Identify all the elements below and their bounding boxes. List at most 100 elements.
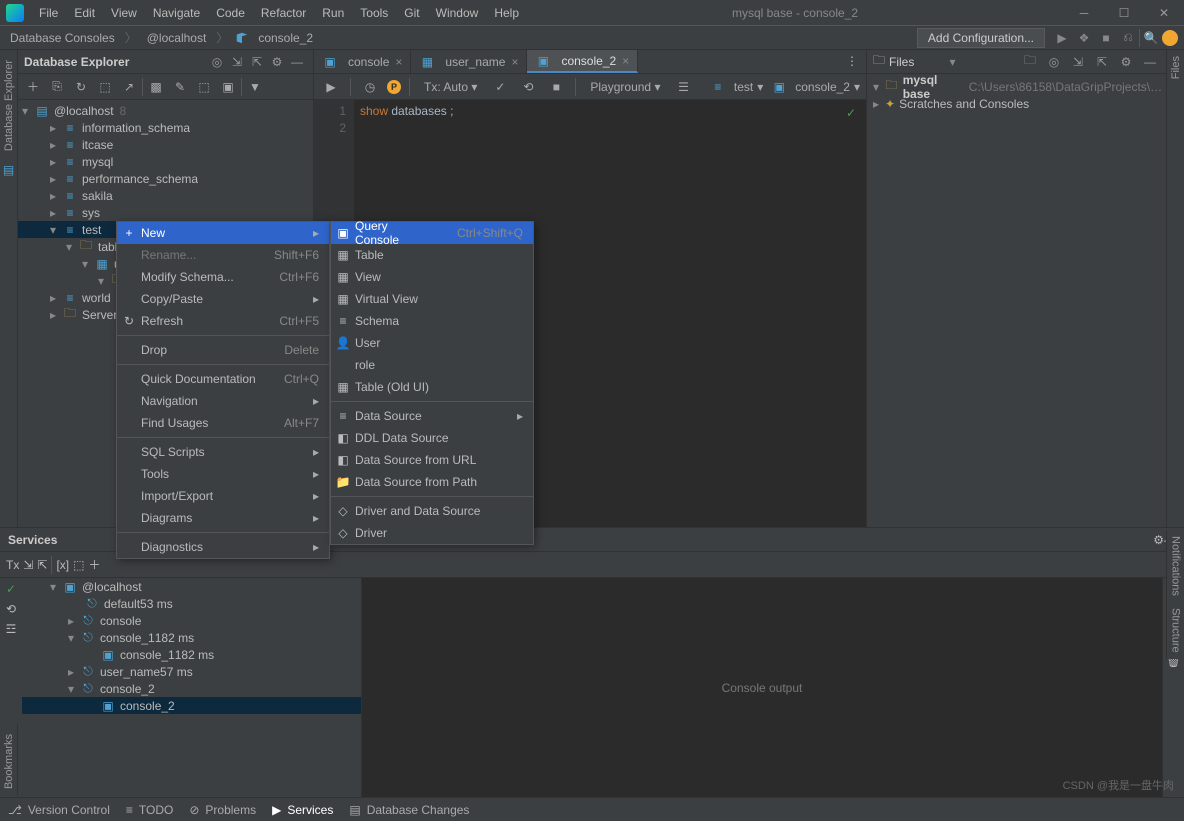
expand-icon[interactable]: ⇲ [23,558,33,572]
menu-item[interactable]: Diagrams▸ [117,507,329,529]
tx-icon[interactable]: ▩ [145,76,167,98]
db-explorer-tool-button[interactable]: Database Explorer [3,54,15,157]
minimize-button[interactable]: ─ [1064,0,1104,26]
svc-root[interactable]: @localhost [82,580,142,594]
ok-icon[interactable]: ✓ [6,582,16,596]
menu-edit[interactable]: Edit [67,3,102,23]
svc-console1-sub[interactable]: console_1 [120,648,175,662]
schema-sys[interactable]: sys [82,206,100,220]
files-tool-button[interactable]: Files [1170,50,1182,85]
add-configuration-button[interactable]: Add Configuration... [917,28,1045,48]
menu-item[interactable]: ▦Virtual View [331,288,533,310]
filter-icon[interactable]: ▼ [244,76,266,98]
menu-item[interactable]: DropDelete [117,339,329,361]
close-tab-icon[interactable]: × [622,54,629,68]
refresh-icon[interactable]: ↻ [70,76,92,98]
svc-console2-sub[interactable]: console_2 [120,699,175,713]
menu-item[interactable]: Import/Export▸ [117,485,329,507]
menu-item[interactable]: ≡Data Source▸ [331,405,533,427]
menu-item[interactable]: Navigation▸ [117,390,329,412]
menu-item[interactable]: Tools▸ [117,463,329,485]
crumb-root[interactable]: Database Consoles [6,29,119,47]
schema-world[interactable]: world [82,291,111,305]
schema-sakila[interactable]: sakila [82,189,113,203]
menu-refactor[interactable]: Refactor [254,3,313,23]
menu-item[interactable]: ▦Table [331,244,533,266]
avatar-icon[interactable] [1162,30,1178,46]
status-todo[interactable]: ≡ TODO [126,803,173,817]
maximize-button[interactable]: ☐ [1104,0,1144,26]
svc-default[interactable]: default [104,597,140,611]
collapse-all-icon[interactable]: ⇱ [247,52,267,72]
menu-view[interactable]: View [104,3,144,23]
menu-item[interactable]: Modify Schema...Ctrl+F6 [117,266,329,288]
menu-item[interactable]: Quick DocumentationCtrl+Q [117,368,329,390]
menu-item[interactable]: ▣Query ConsoleCtrl+Shift+Q [331,222,533,244]
menu-window[interactable]: Window [429,3,486,23]
status-services[interactable]: ▶ Services [272,803,333,817]
expand-icon[interactable]: ⇲ [1068,52,1088,72]
status-dbchanges[interactable]: ▤ Database Changes [349,803,469,817]
jump-icon[interactable]: ↗ [118,76,140,98]
new-submenu[interactable]: ▣Query ConsoleCtrl+Shift+Q▦Table▦View▦Vi… [330,221,534,545]
edit-icon[interactable]: ✎ [169,76,191,98]
svc-username[interactable]: user_name [100,665,160,679]
scratches-node[interactable]: Scratches and Consoles [899,97,1029,111]
view-icon[interactable]: ☰ [672,76,694,98]
notifications-tool-button[interactable]: Notifications [1170,530,1182,602]
svc-console1[interactable]: console_1 [100,631,155,645]
explain-icon[interactable]: P [387,80,401,94]
target-session-dropdown[interactable]: ▣console_2 ▾ [771,80,860,94]
context-menu[interactable]: +New▸Rename...Shift+F6Modify Schema...Ct… [116,221,330,559]
menu-tools[interactable]: Tools [353,3,395,23]
menu-item[interactable]: ◇Driver [331,522,533,544]
locate-icon[interactable]: ◎ [1044,52,1064,72]
menu-item[interactable]: ◧DDL Data Source [331,427,533,449]
duplicate-icon[interactable]: ⎘ [46,76,68,98]
db-icon[interactable]: ▤ [3,163,14,177]
services-tree[interactable]: ▾▣@localhost ⎋default53 ms ▸⎋console ▾⎋c… [22,578,362,797]
status-problems[interactable]: ⊘ Problems [189,803,256,817]
menu-item[interactable]: ▦Table (Old UI) [331,376,533,398]
structure-tool-button[interactable]: Structure [1170,602,1182,659]
close-button[interactable]: ✕ [1144,0,1184,26]
schema-itcase[interactable]: itcase [82,138,113,152]
rollback-icon[interactable]: ⟲ [517,76,539,98]
collapse-icon[interactable]: ⇱ [1092,52,1112,72]
close-tab-icon[interactable]: × [395,55,402,69]
history-icon[interactable]: ◷ [359,76,381,98]
locate-icon[interactable]: ◎ [207,52,227,72]
menu-item[interactable]: ↻RefreshCtrl+F5 [117,310,329,332]
menu-item[interactable]: ◧Data Source from URL [331,449,533,471]
cancel-icon[interactable]: ■ [545,76,567,98]
schema-information[interactable]: information_schema [82,121,190,135]
schema-test[interactable]: test [82,223,101,237]
layout-icon[interactable]: ☲ [6,622,17,636]
menu-navigate[interactable]: Navigate [146,3,207,23]
add-service-icon[interactable]: ＋ [88,556,100,573]
git-branch-icon[interactable]: ⎌ [1117,27,1139,49]
run-icon[interactable]: ▶ [320,76,342,98]
tab-overflow-icon[interactable]: ⋮ [838,50,866,73]
settings-icon[interactable]: ⚙ [1116,52,1136,72]
tree-root[interactable]: @localhost [54,104,114,118]
close-tab-icon[interactable]: × [511,55,518,69]
menu-help[interactable]: Help [487,3,526,23]
menu-file[interactable]: File [32,3,65,23]
menu-item[interactable]: role [331,354,533,376]
tab-username[interactable]: ▦user_name× [411,50,527,73]
target-schema-dropdown[interactable]: ≡test ▾ [710,80,763,94]
browse-icon[interactable]: 🗀 [1020,52,1040,72]
menu-item[interactable]: ▦View [331,266,533,288]
settings-icon[interactable]: ⚙ [267,52,287,72]
settings-icon[interactable]: ⚙ [1153,533,1164,547]
commit-icon[interactable]: ✓ [489,76,511,98]
new-datasource-icon[interactable]: ＋ [22,76,44,98]
schema-mysql[interactable]: mysql [82,155,113,169]
menu-item[interactable]: Rename...Shift+F6 [117,244,329,266]
bookmarks-tool-button[interactable]: Bookmarks [3,728,15,795]
menu-item[interactable]: +New▸ [117,222,329,244]
group-icon[interactable]: [x] [56,558,69,572]
search-everywhere-icon[interactable]: 🔍 [1140,27,1162,49]
menu-run[interactable]: Run [315,3,351,23]
